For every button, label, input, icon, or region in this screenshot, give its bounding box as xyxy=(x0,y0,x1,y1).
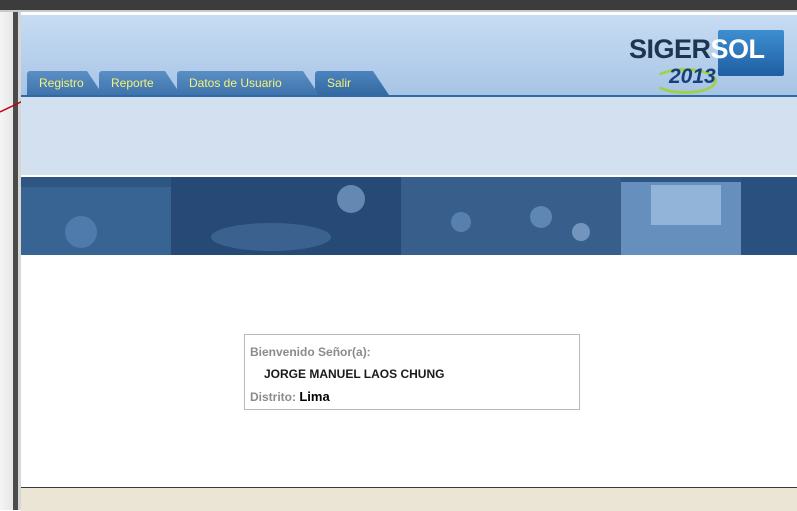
tab-label: Registro xyxy=(39,76,84,90)
window-top-divider xyxy=(0,10,797,12)
subheader-band xyxy=(21,97,797,175)
tab-label: Datos de Usuario xyxy=(189,76,282,90)
banner-photo-image xyxy=(21,177,797,255)
tab-label: Reporte xyxy=(111,76,154,90)
tab-reporte[interactable]: Reporte xyxy=(99,71,181,95)
tab-datos-de-usuario[interactable]: Datos de Usuario xyxy=(177,71,319,95)
district-label: Distrito: xyxy=(250,390,296,404)
sigersol-logo: SIGERSOL 2013 xyxy=(617,30,797,96)
district-value: Lima xyxy=(299,389,330,404)
logo-brand-part2: SOL xyxy=(710,34,766,64)
logo-brand-part1: SIGER xyxy=(629,34,711,64)
user-name: JORGE MANUEL LAOS CHUNG xyxy=(264,367,445,381)
window-top-bar xyxy=(0,0,797,10)
app-window: Salir Datos de Usuario Reporte Registro … xyxy=(21,15,797,511)
photo-banner xyxy=(21,177,797,255)
tab-label: Salir xyxy=(327,76,352,90)
logo-year: 2013 xyxy=(669,65,716,88)
header: Salir Datos de Usuario Reporte Registro … xyxy=(21,15,797,95)
logo-brand: SIGERSOL xyxy=(629,34,765,65)
welcome-box: Bienvenido Señor(a): JORGE MANUEL LAOS C… xyxy=(244,334,580,410)
footer-bar xyxy=(21,487,797,511)
tab-registro[interactable]: Registro xyxy=(27,71,103,95)
district-row: Distrito: Lima xyxy=(250,389,330,404)
welcome-title: Bienvenido Señor(a): xyxy=(250,345,371,359)
tab-salir[interactable]: Salir xyxy=(315,71,389,95)
